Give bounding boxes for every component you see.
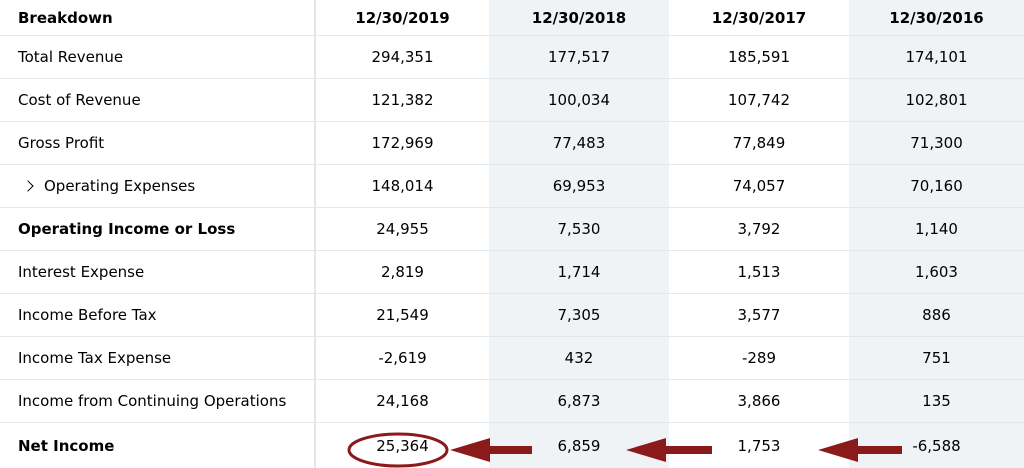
row-label: Cost of Revenue [18,91,141,109]
row-label: Gross Profit [18,134,105,152]
cell-value: 1,753 [737,436,781,455]
row-label: Income Tax Expense [18,349,172,367]
cell-value: 1,140 [915,220,958,238]
header-col-2017[interactable]: 12/30/2017 [669,0,849,35]
income-statement-table: Breakdown 12/30/2019 12/30/2018 12/30/20… [0,0,1024,468]
cell-value: 121,382 [371,91,434,109]
table-row-cost-of-revenue: Cost of Revenue 121,382 100,034 107,742 … [0,79,1024,122]
cell-value: 751 [922,349,951,367]
header-breakdown: Breakdown [18,8,113,27]
cell-value: 294,351 [371,48,434,66]
cell-value: 185,591 [727,48,791,66]
row-label: Net Income [18,436,115,455]
cell-value: 24,168 [376,392,429,410]
row-label: Income from Continuing Operations [18,392,287,410]
cell-value: 70,160 [910,177,963,195]
header-col-2019[interactable]: 12/30/2019 [316,0,489,35]
cell-value: 1,603 [915,263,958,281]
cell-value: 107,742 [727,91,791,109]
cell-value: -289 [741,349,777,367]
cell-value: 886 [922,306,951,324]
cell-value: 7,530 [557,220,601,238]
row-label: Income Before Tax [18,306,157,324]
table-row-interest-expense: Interest Expense 2,819 1,714 1,513 1,603 [0,251,1024,294]
cell-value: 74,057 [732,177,786,195]
cell-value: -2,619 [378,349,427,367]
cell-value: 432 [564,349,594,367]
cell-value: 3,577 [737,306,781,324]
cell-value: 1,513 [737,263,781,281]
cell-value: 6,859 [557,436,601,455]
cell-value: 77,849 [732,134,786,152]
table-row-income-before-tax: Income Before Tax 21,549 7,305 3,577 886 [0,294,1024,337]
cell-value: 3,866 [737,392,781,410]
cell-value: 177,517 [547,48,611,66]
row-label: Total Revenue [18,48,124,66]
table-row-operating-expenses[interactable]: Operating Expenses 148,014 69,953 74,057… [0,165,1024,208]
cell-value: 174,101 [905,48,968,66]
cell-value: 102,801 [905,91,968,109]
row-label-expandable[interactable]: Operating Expenses [18,165,314,207]
cell-value: 148,014 [371,177,434,195]
cell-value: 71,300 [910,134,963,152]
header-col-2018[interactable]: 12/30/2018 [489,0,669,35]
cell-value: 21,549 [376,306,429,324]
chevron-right-icon[interactable] [22,180,34,192]
cell-value: 6,873 [557,392,601,410]
row-label: Interest Expense [18,263,145,281]
cell-value: 1,714 [557,263,601,281]
cell-value: 25,364 [376,436,429,455]
cell-value: 135 [922,392,951,410]
cell-value: 77,483 [552,134,606,152]
table-row-total-revenue: Total Revenue 294,351 177,517 185,591 17… [0,36,1024,79]
cell-value: 2,819 [381,263,424,281]
cell-value: 3,792 [737,220,781,238]
row-label: Operating Income or Loss [18,220,236,238]
table-header-row: Breakdown 12/30/2019 12/30/2018 12/30/20… [0,0,1024,36]
table-row-operating-income: Operating Income or Loss 24,955 7,530 3,… [0,208,1024,251]
table-row-net-income: Net Income 25,364 6,859 1,753 -6,588 [0,423,1024,468]
row-label: Operating Expenses [44,177,196,195]
cell-value: -6,588 [912,436,961,455]
cell-value: 69,953 [552,177,606,195]
table-row-income-tax-expense: Income Tax Expense -2,619 432 -289 751 [0,337,1024,380]
cell-value: 100,034 [547,91,611,109]
header-col-2016[interactable]: 12/30/2016 [849,0,1024,35]
cell-value: 172,969 [371,134,434,152]
table-row-continuing-operations: Income from Continuing Operations 24,168… [0,380,1024,423]
cell-value: 7,305 [557,306,601,324]
cell-value: 24,955 [376,220,429,238]
table-row-gross-profit: Gross Profit 172,969 77,483 77,849 71,30… [0,122,1024,165]
